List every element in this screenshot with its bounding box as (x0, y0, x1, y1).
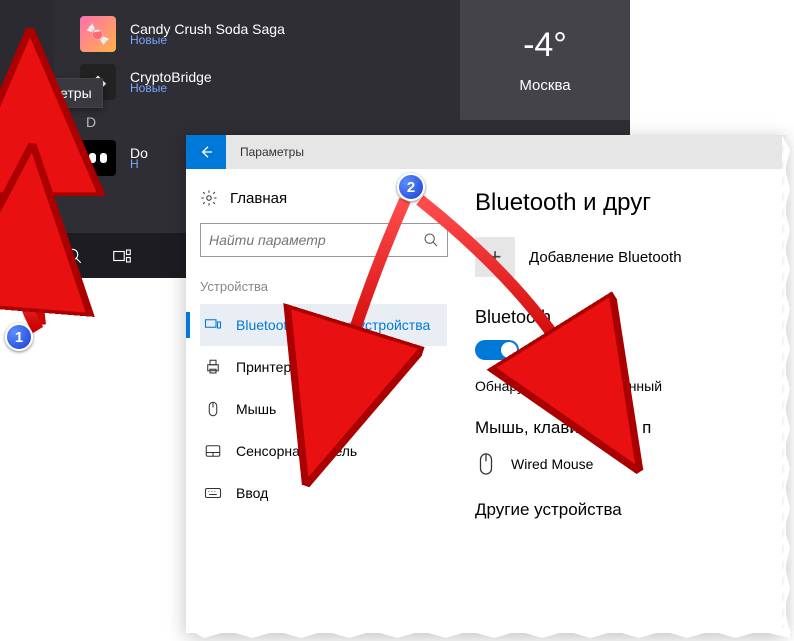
sidebar-item-printers[interactable]: Принтеры и сканеры (200, 346, 447, 388)
sidebar-home-label: Главная (230, 190, 287, 207)
start-button[interactable] (2, 233, 50, 278)
keyboard-icon (204, 484, 222, 502)
weather-tile[interactable]: -4° Москва (460, 0, 630, 120)
sidebar-item-label: Bluetooth и другие устройства (236, 317, 430, 333)
search-icon (423, 232, 439, 248)
device-name: Wired Mouse (511, 456, 593, 472)
settings-sidebar: Главная Устройства Bluetooth и другие ус… (186, 169, 461, 633)
mouse-icon (204, 400, 222, 418)
sidebar-item-label: Ввод (236, 485, 268, 501)
plus-icon: + (475, 237, 515, 277)
app-candy-crush[interactable]: 🍬 Candy Crush Soda Saga Новые (80, 10, 460, 58)
windows-icon (17, 247, 35, 265)
touchpad-icon (204, 442, 222, 460)
search-taskbar-button[interactable] (50, 233, 98, 278)
bluetooth-toggle[interactable] (475, 340, 519, 360)
sidebar-item-mouse[interactable]: Мышь (200, 388, 447, 430)
app-sublabel: Новые (130, 81, 212, 95)
discoverable-text: Обнаруживаемое на данный (475, 378, 786, 394)
mouse-icon (475, 450, 497, 478)
settings-content: Bluetooth и друг + Добавление Bluetooth … (461, 169, 786, 633)
weather-temp: -4° (523, 26, 567, 65)
weather-city: Москва (519, 77, 570, 94)
taskview-button[interactable] (98, 233, 146, 278)
sidebar-item-touchpad[interactable]: Сенсорная панель (200, 430, 447, 472)
settings-window: Параметры Главная Устройства Bluetooth и… (186, 135, 786, 633)
printer-icon (204, 358, 222, 376)
search-icon (65, 247, 83, 265)
letter-header-d[interactable]: D (86, 114, 460, 130)
app-icon-dolby (80, 140, 116, 176)
add-device-label: Добавление Bluetooth (529, 249, 682, 266)
gear-icon (16, 197, 38, 219)
torn-edge-right (782, 135, 790, 633)
settings-search-box[interactable] (200, 223, 448, 257)
bluetooth-toggle-state: Вкл. (533, 342, 563, 359)
mouse-kbd-heading: Мышь, клавиатура и п (475, 418, 786, 438)
page-heading: Bluetooth и друг (475, 189, 786, 217)
settings-rail-button[interactable] (0, 184, 54, 232)
app-sublabel: Н (130, 157, 148, 171)
settings-titlebar: Параметры (186, 135, 786, 169)
annotation-badge-2: 2 (397, 173, 425, 201)
annotation-badge-1: 1 (5, 323, 33, 351)
account-button[interactable] (0, 30, 54, 78)
back-button[interactable] (186, 135, 226, 169)
app-cryptobridge[interactable]: ◆ CryptoBridge Новые (80, 58, 460, 106)
settings-search-input[interactable] (209, 232, 414, 248)
bluetooth-section-label: Bluetooth (475, 307, 786, 328)
sidebar-item-label: Сенсорная панель (236, 443, 357, 459)
devices-icon (204, 316, 222, 334)
sidebar-item-label: Принтеры и сканеры (236, 359, 371, 375)
taskview-icon (113, 247, 131, 265)
app-icon-candycrush: 🍬 (80, 16, 116, 52)
gear-icon (200, 189, 218, 207)
app-sublabel: Новые (130, 33, 285, 47)
window-title: Параметры (240, 145, 304, 159)
arrow-left-icon (198, 144, 214, 160)
device-wired-mouse[interactable]: Wired Mouse (475, 450, 786, 478)
sidebar-group-title: Устройства (200, 279, 447, 294)
sidebar-item-bluetooth[interactable]: Bluetooth и другие устройства (200, 304, 447, 346)
torn-edge-bottom (186, 628, 790, 638)
add-device-row[interactable]: + Добавление Bluetooth (475, 237, 786, 277)
other-devices-heading: Другие устройства (475, 500, 786, 520)
sidebar-item-input[interactable]: Ввод (200, 472, 447, 514)
settings-tooltip: Параметры (6, 78, 103, 108)
sidebar-item-label: Мышь (236, 401, 276, 417)
